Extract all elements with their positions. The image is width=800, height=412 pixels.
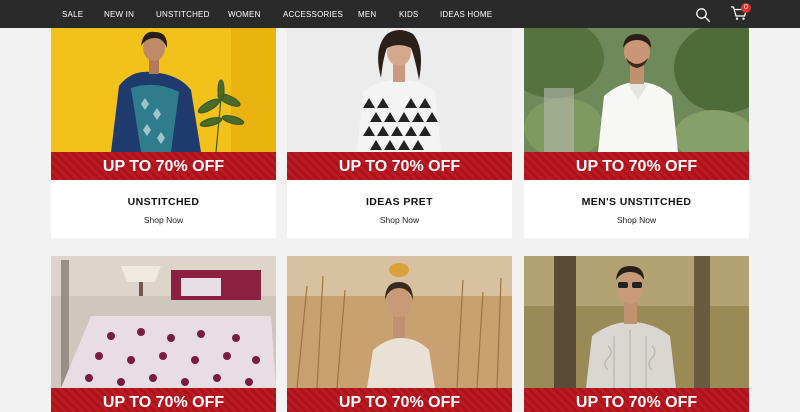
product-image — [51, 256, 276, 388]
discount-banner: UP TO 70% OFF — [524, 152, 749, 180]
nav-item-sale[interactable]: SALE — [62, 0, 83, 28]
shop-now-link[interactable]: Shop Now — [287, 215, 512, 225]
discount-banner: UP TO 70% OFF — [287, 152, 512, 180]
top-nav-bar: SALE NEW IN UNSTITCHED WOMEN ACCESSORIES… — [0, 0, 800, 28]
category-card-unstitched[interactable]: UP TO 70% OFF UNSTITCHED Shop Now — [51, 28, 276, 238]
product-image — [524, 28, 749, 152]
category-card-ideas-pret[interactable]: UP TO 70% OFF IDEAS PRET Shop Now — [287, 28, 512, 238]
category-card-mens-unstitched[interactable]: UP TO 70% OFF MEN'S UNSTITCHED Shop Now — [524, 28, 749, 238]
cart-button[interactable]: 0 — [728, 3, 751, 26]
discount-banner: UP TO 70% OFF — [51, 388, 276, 412]
card-title: IDEAS PRET — [365, 196, 433, 208]
nav-item-kids[interactable]: KIDS — [399, 0, 418, 28]
discount-banner: UP TO 70% OFF — [287, 388, 512, 412]
product-image — [524, 256, 749, 388]
card-title: UNSTITCHED — [127, 196, 200, 208]
cart-count-badge: 0 — [741, 3, 751, 13]
product-image — [287, 256, 512, 388]
product-image — [51, 28, 276, 152]
category-card-home[interactable]: UP TO 70% OFF — [51, 256, 276, 412]
shop-now-link[interactable]: Shop Now — [51, 215, 276, 225]
discount-banner: UP TO 70% OFF — [51, 152, 276, 180]
nav-item-ideas-home[interactable]: IDEAS HOME — [440, 0, 492, 28]
category-card-women[interactable]: UP TO 70% OFF — [287, 256, 512, 412]
shop-now-link[interactable]: Shop Now — [524, 215, 749, 225]
nav-item-women[interactable]: WOMEN — [228, 0, 261, 28]
product-image — [287, 28, 512, 152]
nav-item-men[interactable]: MEN — [358, 0, 376, 28]
nav-item-unstitched[interactable]: UNSTITCHED — [156, 0, 210, 28]
discount-banner: UP TO 70% OFF — [524, 388, 749, 412]
card-title: MEN'S UNSTITCHED — [581, 196, 692, 208]
search-icon[interactable] — [692, 4, 714, 26]
category-card-men[interactable]: UP TO 70% OFF — [524, 256, 749, 412]
nav-item-new-in[interactable]: NEW IN — [104, 0, 134, 28]
nav-item-accessories[interactable]: ACCESSORIES — [283, 0, 343, 28]
